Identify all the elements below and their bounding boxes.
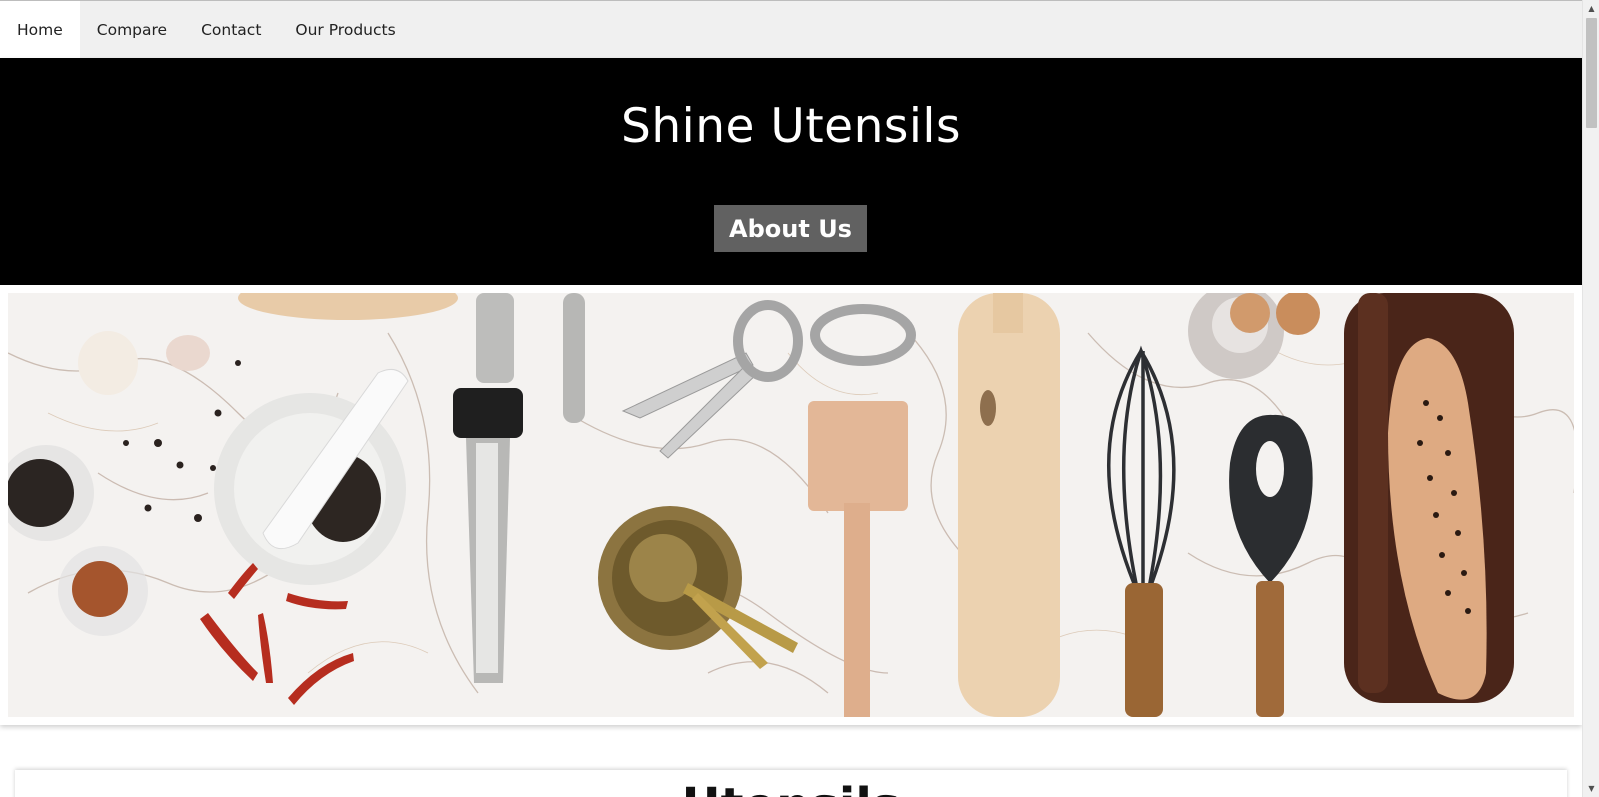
section-heading: Utensils [15,778,1567,797]
page-viewport: Home Compare Contact Our Products Shine … [0,0,1582,797]
vertical-scrollbar[interactable]: ▲ ▼ [1582,0,1599,797]
scroll-down-icon[interactable]: ▼ [1583,780,1599,797]
utensils-section: Utensils [15,770,1567,797]
scroll-up-icon[interactable]: ▲ [1583,0,1599,17]
site-header: Shine Utensils About Us [0,58,1582,285]
nav-compare[interactable]: Compare [80,1,184,58]
about-us-button[interactable]: About Us [714,205,867,252]
nav-contact[interactable]: Contact [184,1,278,58]
kitchen-utensils-banner-image [8,293,1574,717]
top-navigation: Home Compare Contact Our Products [0,0,1582,58]
nav-our-products[interactable]: Our Products [278,1,412,58]
banner-card [0,285,1582,725]
nav-home[interactable]: Home [0,1,80,58]
site-title: Shine Utensils [621,99,961,154]
scrollbar-thumb[interactable] [1586,18,1597,128]
